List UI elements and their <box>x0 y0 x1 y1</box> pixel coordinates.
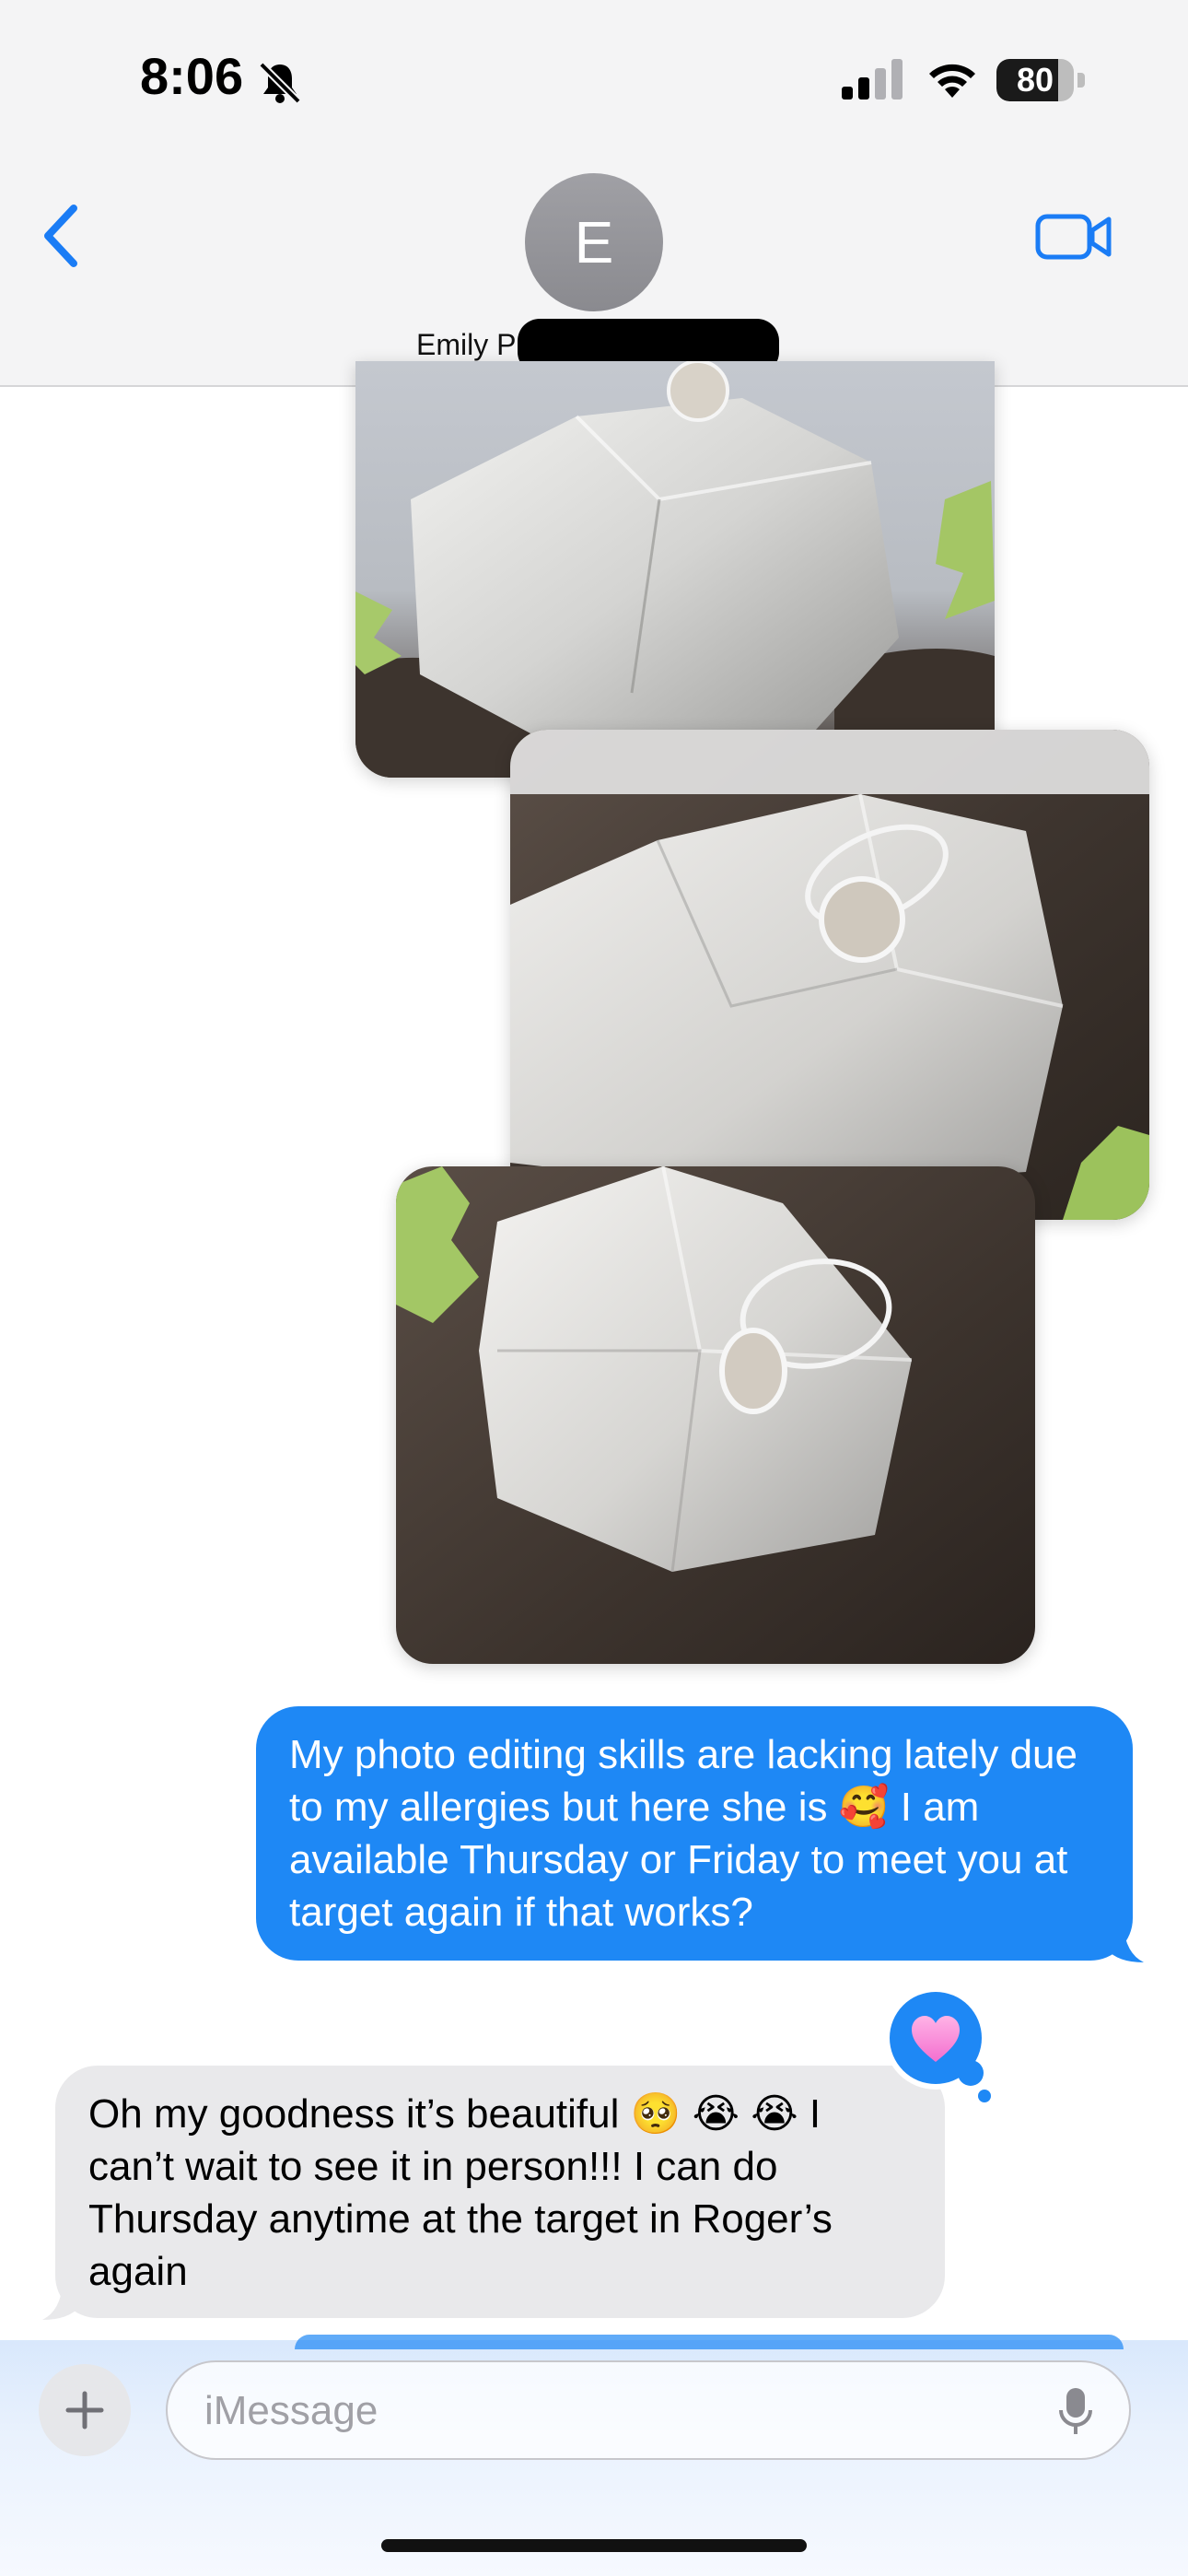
microphone-icon[interactable] <box>1059 2386 1092 2438</box>
contact-name[interactable]: Emily P <box>416 328 516 362</box>
partial-message-bubble <box>295 2335 1124 2349</box>
photo-attachment[interactable] <box>355 361 995 778</box>
battery-level-text: 80 <box>1016 61 1054 99</box>
photo-attachment[interactable] <box>396 1166 1035 1664</box>
wifi-icon <box>929 64 975 98</box>
conversation-header: E Emily P <box>0 157 1188 387</box>
tapback-tail-dot <box>958 2060 984 2086</box>
cellular-signal-icon <box>842 59 903 100</box>
bubble-tail <box>1107 1926 1144 1962</box>
sent-message-bubble[interactable]: My photo editing skills are lacking late… <box>256 1706 1144 1962</box>
plus-icon <box>65 2391 104 2430</box>
message-text: Oh my goodness it’s beautiful 🥺 😭 😭 I ca… <box>88 2091 833 2294</box>
status-time: 8:06 <box>140 47 244 105</box>
photo-attachment[interactable] <box>510 730 1149 1220</box>
tapback-tail-dot <box>978 2090 991 2102</box>
chevron-left-icon[interactable] <box>41 203 81 269</box>
bell-slash-icon <box>259 62 301 104</box>
status-bar: 8:06 80 <box>0 0 1188 157</box>
contact-avatar[interactable]: E <box>525 173 663 311</box>
heart-icon <box>912 2016 960 2062</box>
home-indicator[interactable] <box>381 2539 807 2552</box>
message-input[interactable]: iMessage <box>166 2360 1131 2460</box>
message-text: My photo editing skills are lacking late… <box>289 1732 1078 1935</box>
video-camera-icon[interactable] <box>1035 212 1112 262</box>
bubble-tail <box>42 2283 79 2320</box>
add-attachment-button[interactable] <box>39 2364 131 2456</box>
received-message-bubble[interactable]: Oh my goodness it’s beautiful 🥺 😭 😭 I ca… <box>42 2066 945 2320</box>
battery-icon: 80 <box>996 59 1085 101</box>
message-input-placeholder: iMessage <box>204 2388 379 2433</box>
